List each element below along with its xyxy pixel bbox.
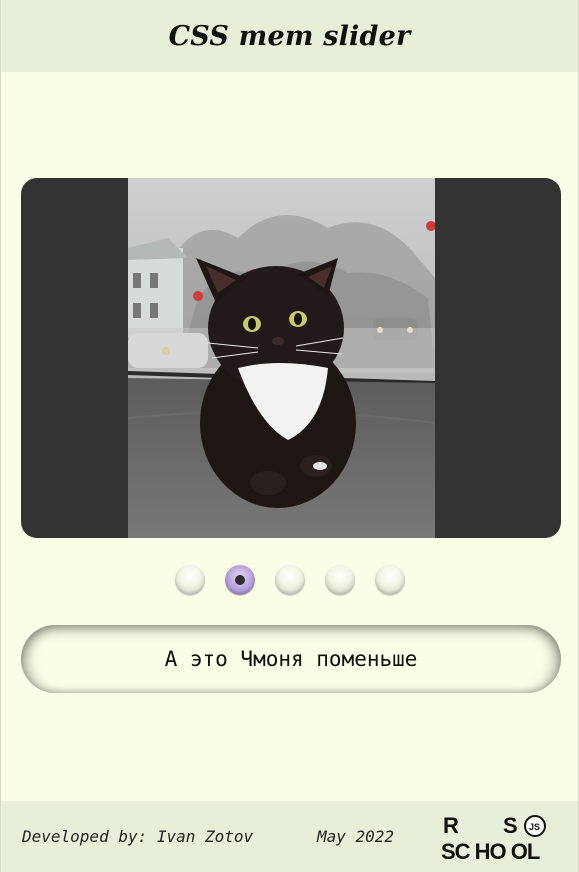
svg-text:SC HO OL: SC HO OL [441, 839, 540, 861]
header: CSS mem slider [1, 0, 578, 72]
slide-dot-3[interactable] [274, 565, 305, 595]
rs-school-logo[interactable]: R S JS SC HO OL [441, 813, 563, 861]
footer: Developed by: Ivan Zotov May 2022 R S JS… [1, 801, 578, 872]
developer-credit: Developed by: Ivan Zotov [22, 827, 254, 846]
footer-date: May 2022 [317, 827, 395, 846]
slide-dot-5[interactable] [374, 565, 405, 595]
slide-dot-2[interactable] [224, 565, 255, 595]
slide-dot-4[interactable] [324, 565, 355, 595]
kitten-photo [128, 178, 435, 538]
image-slider[interactable] [21, 178, 561, 538]
slide-caption-text: А это Чмоня поменьше [164, 647, 418, 671]
svg-text:JS: JS [529, 822, 540, 832]
slide-caption: А это Чмоня поменьше [21, 625, 561, 693]
page-title: CSS mem slider [168, 20, 411, 52]
slider-pagination [1, 565, 578, 595]
svg-text:R: R [443, 813, 459, 838]
svg-text:S: S [503, 813, 518, 838]
slide-dot-1[interactable] [174, 565, 205, 595]
slide-image [128, 178, 435, 538]
